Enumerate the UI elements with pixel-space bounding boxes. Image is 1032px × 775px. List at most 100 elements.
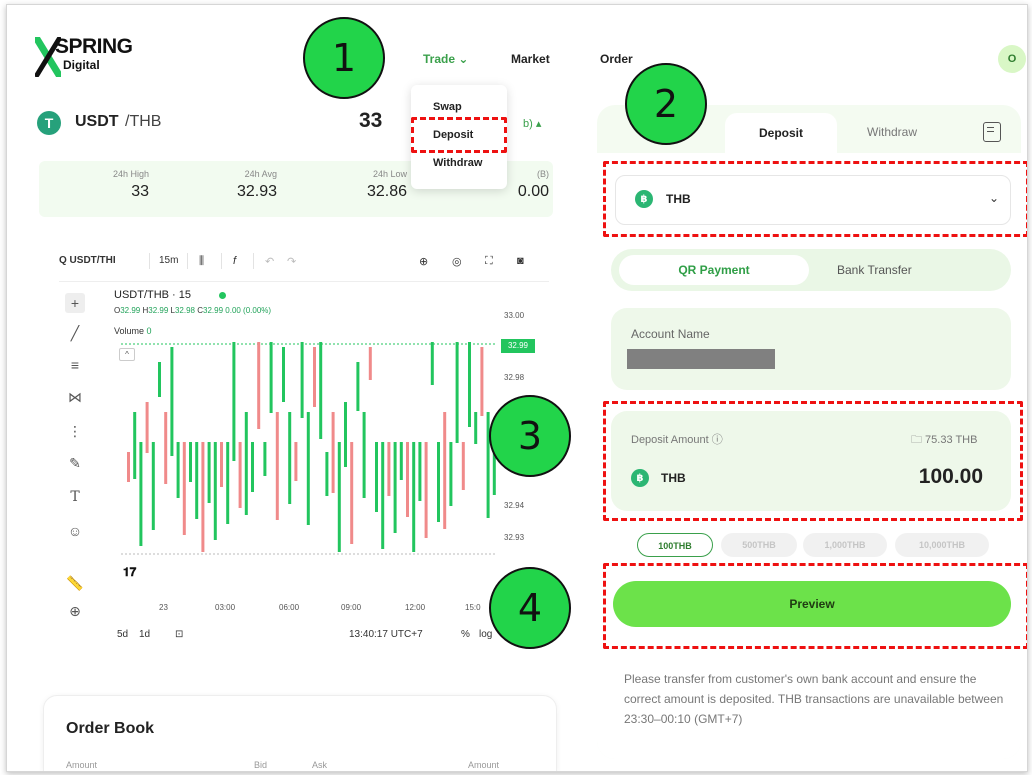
candle-mark	[220, 442, 223, 487]
range-1d[interactable]: 1d	[139, 629, 150, 640]
ohlc-change: 0.00 (0.00%)	[225, 306, 272, 315]
range-5d[interactable]: 5d	[117, 629, 128, 640]
candle-mark	[356, 362, 360, 411]
candle-mark	[418, 442, 422, 501]
candle-mark	[151, 442, 155, 530]
alert-icon[interactable]: ⊕	[419, 255, 428, 268]
col-amount: Amount	[468, 760, 500, 770]
candle-mark	[244, 412, 248, 515]
nav-order[interactable]: Order	[600, 52, 633, 66]
candle-mark	[294, 442, 298, 481]
candlestick-chart	[121, 342, 497, 555]
redo-icon[interactable]: ↷	[287, 255, 296, 268]
candle-mark	[344, 402, 347, 467]
stat-label: 24h Avg	[244, 169, 277, 179]
callout-1: 1	[303, 17, 385, 99]
candle-mark	[158, 362, 161, 397]
tab-withdraw[interactable]: Withdraw	[867, 125, 917, 139]
candle-mark	[449, 442, 453, 506]
date-range-icon[interactable]: ⊡	[175, 629, 183, 640]
x-tick: 12:00	[405, 603, 426, 612]
quick-amount-1000[interactable]: 1,000THB	[803, 533, 887, 557]
candle-type-icon[interactable]: ⫼	[199, 255, 204, 268]
nav-market[interactable]: Market	[511, 52, 550, 66]
collapse-legend-button[interactable]: ^	[119, 348, 135, 361]
candle-mark	[170, 347, 174, 456]
nav-trade[interactable]: Trade ⌄	[423, 52, 468, 66]
ohlc-low: 32.98	[174, 306, 195, 315]
highlight-deposit-amount	[603, 401, 1023, 521]
candle-mark	[176, 442, 180, 498]
quick-amount-10000[interactable]: 10,000THB	[895, 533, 989, 557]
candle-mark	[232, 342, 236, 461]
candle-mark	[455, 342, 459, 443]
fullscreen-icon[interactable]: ⛶	[485, 255, 493, 268]
x-tick: 03:00	[215, 603, 236, 612]
method-bank-transfer[interactable]: Bank Transfer	[837, 263, 912, 277]
ohlc-high: 32.99	[148, 306, 169, 315]
candle-mark	[127, 452, 130, 482]
indicators-icon[interactable]: f	[233, 255, 236, 267]
spring-digital-logo[interactable]: SPRING Digital	[35, 31, 175, 79]
chart-toolbar: Q USDT/THI 15m ⫼ f ↶ ↷ ⊕ ◎ ⛶ ◙	[59, 251, 543, 273]
stat-24h-high: 24h High 33	[29, 169, 149, 201]
callout-2: 2	[625, 63, 707, 145]
candle-mark	[313, 347, 316, 407]
tab-deposit[interactable]: Deposit	[725, 113, 837, 153]
settings-icon[interactable]: ◎	[452, 255, 462, 268]
camera-icon[interactable]: ◙	[517, 255, 524, 267]
candle-mark	[337, 442, 341, 552]
method-qr-payment[interactable]: QR Payment	[619, 255, 809, 285]
candle-mark	[468, 342, 471, 427]
pair-quote: /THB	[125, 113, 162, 130]
candle-mark	[269, 342, 273, 413]
last-price: 33	[359, 109, 383, 132]
highlight-preview-button	[603, 563, 1027, 649]
stat-label: 24h Low	[372, 169, 407, 179]
avatar[interactable]: O	[998, 45, 1026, 73]
interval-selector[interactable]: 15m	[159, 255, 178, 266]
candle-mark	[288, 412, 292, 504]
ohlc-open: 32.99	[120, 306, 141, 315]
candle-mark	[195, 442, 199, 519]
usdt-icon: T	[37, 111, 61, 135]
candle-mark	[381, 442, 385, 549]
market-status-dot	[219, 292, 226, 299]
last-price-label: 32.99	[501, 339, 535, 353]
brand-sub: Digital	[63, 58, 100, 72]
candle-mark	[251, 442, 254, 492]
quick-amount-100[interactable]: 100THB	[637, 533, 713, 557]
app-window: SPRING Digital Trade ⌄ Market Order O T …	[6, 4, 1028, 772]
history-icon[interactable]	[983, 122, 1001, 142]
pair-base: USDT	[75, 113, 119, 130]
candle-mark	[164, 412, 168, 484]
candle-mark	[257, 342, 261, 429]
symbol-search[interactable]: Q USDT/THI	[59, 255, 116, 266]
log-toggle[interactable]: log	[479, 629, 492, 640]
menu-item-withdraw[interactable]: Withdraw	[433, 157, 482, 169]
candle-mark	[412, 442, 416, 552]
callout-3: 3	[489, 395, 571, 477]
quick-amount-500[interactable]: 500THB	[721, 533, 797, 557]
candle-mark	[300, 342, 304, 418]
undo-icon[interactable]: ↶	[265, 255, 274, 268]
candle-mark	[282, 347, 285, 402]
price-chart[interactable]	[59, 281, 549, 657]
candle-mark	[375, 442, 378, 512]
candle-mark	[145, 402, 149, 453]
ohlc-close: 32.99	[203, 306, 224, 315]
candle-mark	[139, 442, 143, 546]
percent-toggle[interactable]: %	[461, 629, 470, 640]
ohlc-readout: O32.99 H32.99 L32.98 C32.99 0.00 (0.00%)	[114, 306, 272, 315]
y-tick: 32.98	[504, 373, 525, 382]
candle-mark	[393, 442, 397, 533]
x-tick: 15:0	[465, 603, 481, 612]
callout-4: 4	[489, 567, 571, 649]
candle-mark	[275, 412, 279, 520]
volume-label: Volume	[114, 326, 145, 336]
candle-mark	[387, 442, 391, 496]
menu-item-swap[interactable]: Swap	[433, 101, 462, 113]
x-tick: 09:00	[341, 603, 362, 612]
candle-mark	[263, 442, 267, 476]
candle-mark	[430, 342, 434, 385]
